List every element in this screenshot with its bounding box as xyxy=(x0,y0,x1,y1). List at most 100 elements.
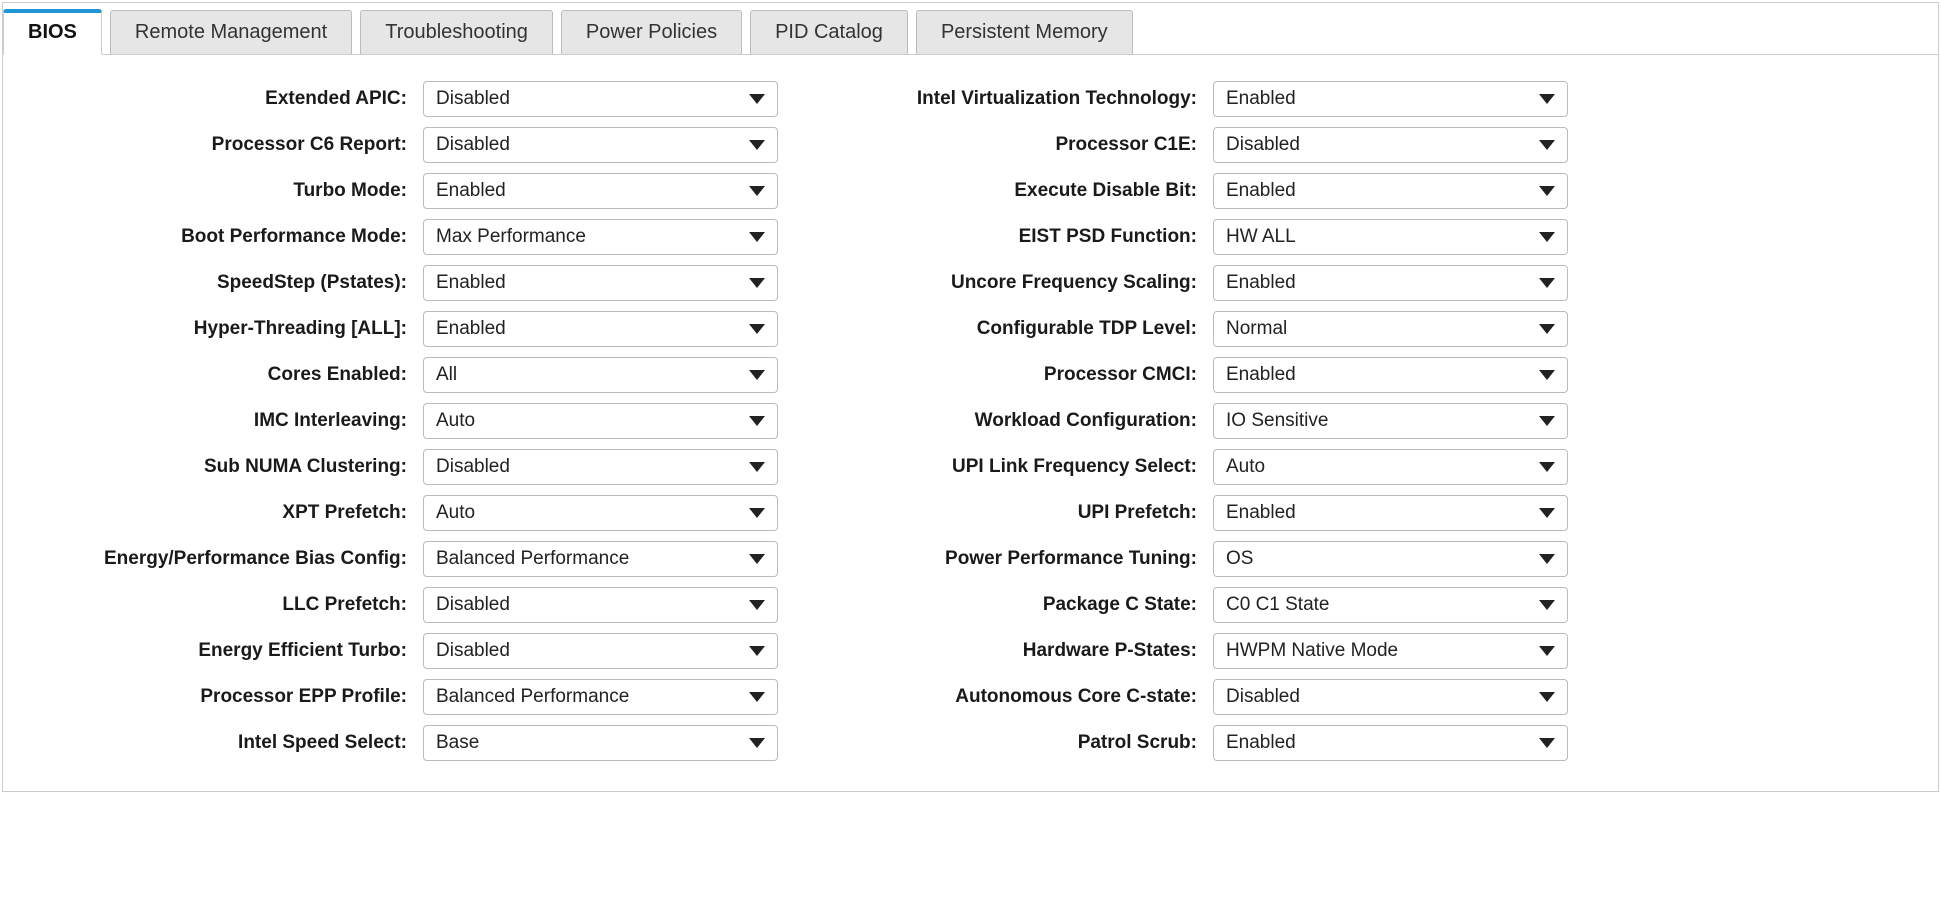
chevron-down-icon xyxy=(749,738,765,748)
setting-label-processor-c6-report: Processor C6 Report: xyxy=(13,134,423,156)
settings-column-right: Intel Virtualization Technology: Enabled… xyxy=(813,81,1583,771)
select-value: Disabled xyxy=(436,88,749,110)
select-value: Auto xyxy=(436,410,749,432)
setting-label-energy-performance-bias-config: Energy/Performance Bias Config: xyxy=(13,548,423,570)
select-value: IO Sensitive xyxy=(1226,410,1539,432)
tab-bios[interactable]: BIOS xyxy=(3,9,102,55)
chevron-down-icon xyxy=(749,462,765,472)
select-speedstep-pstates[interactable]: Enabled xyxy=(423,265,778,301)
setting-label-upi-link-frequency-select: UPI Link Frequency Select: xyxy=(813,456,1213,478)
select-boot-performance-mode[interactable]: Max Performance xyxy=(423,219,778,255)
select-intel-speed-select[interactable]: Base xyxy=(423,725,778,761)
select-llc-prefetch[interactable]: Disabled xyxy=(423,587,778,623)
tab-troubleshooting[interactable]: Troubleshooting xyxy=(360,10,553,54)
setting-row: Processor C1E: Disabled xyxy=(813,127,1583,163)
select-upi-link-frequency-select[interactable]: Auto xyxy=(1213,449,1568,485)
select-value: Balanced Performance xyxy=(436,548,749,570)
chevron-down-icon xyxy=(1539,370,1555,380)
select-value: Enabled xyxy=(1226,732,1539,754)
chevron-down-icon xyxy=(1539,554,1555,564)
select-cores-enabled[interactable]: All xyxy=(423,357,778,393)
setting-row: Intel Virtualization Technology: Enabled xyxy=(813,81,1583,117)
setting-label-processor-c1e: Processor C1E: xyxy=(813,134,1213,156)
select-value: Disabled xyxy=(436,640,749,662)
setting-label-llc-prefetch: LLC Prefetch: xyxy=(13,594,423,616)
select-execute-disable-bit[interactable]: Enabled xyxy=(1213,173,1568,209)
setting-label-processor-epp-profile: Processor EPP Profile: xyxy=(13,686,423,708)
setting-label-intel-speed-select: Intel Speed Select: xyxy=(13,732,423,754)
select-sub-numa-clustering[interactable]: Disabled xyxy=(423,449,778,485)
select-upi-prefetch[interactable]: Enabled xyxy=(1213,495,1568,531)
select-configurable-tdp-level[interactable]: Normal xyxy=(1213,311,1568,347)
select-package-c-state[interactable]: C0 C1 State xyxy=(1213,587,1568,623)
setting-row: Extended APIC: Disabled xyxy=(13,81,783,117)
select-imc-interleaving[interactable]: Auto xyxy=(423,403,778,439)
tab-remote-management[interactable]: Remote Management xyxy=(110,10,352,54)
chevron-down-icon xyxy=(749,94,765,104)
setting-label-energy-efficient-turbo: Energy Efficient Turbo: xyxy=(13,640,423,662)
chevron-down-icon xyxy=(749,140,765,150)
setting-label-uncore-frequency-scaling: Uncore Frequency Scaling: xyxy=(813,272,1213,294)
select-energy-efficient-turbo[interactable]: Disabled xyxy=(423,633,778,669)
setting-label-sub-numa-clustering: Sub NUMA Clustering: xyxy=(13,456,423,478)
select-patrol-scrub[interactable]: Enabled xyxy=(1213,725,1568,761)
select-hardware-p-states[interactable]: HWPM Native Mode xyxy=(1213,633,1568,669)
chevron-down-icon xyxy=(1539,278,1555,288)
setting-row: Power Performance Tuning: OS xyxy=(813,541,1583,577)
select-processor-cmci[interactable]: Enabled xyxy=(1213,357,1568,393)
setting-label-configurable-tdp-level: Configurable TDP Level: xyxy=(813,318,1213,340)
tab-persistent-memory[interactable]: Persistent Memory xyxy=(916,10,1133,54)
select-value: Disabled xyxy=(436,134,749,156)
select-power-performance-tuning[interactable]: OS xyxy=(1213,541,1568,577)
chevron-down-icon xyxy=(1539,508,1555,518)
tab-power-policies[interactable]: Power Policies xyxy=(561,10,742,54)
select-value: Disabled xyxy=(1226,134,1539,156)
select-value: Base xyxy=(436,732,749,754)
setting-row: Processor EPP Profile: Balanced Performa… xyxy=(13,679,783,715)
select-value: Enabled xyxy=(1226,272,1539,294)
select-uncore-frequency-scaling[interactable]: Enabled xyxy=(1213,265,1568,301)
select-value: Disabled xyxy=(1226,686,1539,708)
select-value: HWPM Native Mode xyxy=(1226,640,1539,662)
setting-row: XPT Prefetch: Auto xyxy=(13,495,783,531)
setting-row: Energy Efficient Turbo: Disabled xyxy=(13,633,783,669)
select-processor-epp-profile[interactable]: Balanced Performance xyxy=(423,679,778,715)
select-hyper-threading-all[interactable]: Enabled xyxy=(423,311,778,347)
select-processor-c1e[interactable]: Disabled xyxy=(1213,127,1568,163)
select-autonomous-core-c-state[interactable]: Disabled xyxy=(1213,679,1568,715)
setting-row: SpeedStep (Pstates): Enabled xyxy=(13,265,783,301)
chevron-down-icon xyxy=(749,186,765,196)
select-value: Enabled xyxy=(1226,502,1539,524)
select-value: Auto xyxy=(1226,456,1539,478)
setting-label-upi-prefetch: UPI Prefetch: xyxy=(813,502,1213,524)
select-xpt-prefetch[interactable]: Auto xyxy=(423,495,778,531)
select-value: Balanced Performance xyxy=(436,686,749,708)
tab-pid-catalog[interactable]: PID Catalog xyxy=(750,10,908,54)
select-value: OS xyxy=(1226,548,1539,570)
chevron-down-icon xyxy=(1539,738,1555,748)
select-processor-c6-report[interactable]: Disabled xyxy=(423,127,778,163)
setting-label-autonomous-core-c-state: Autonomous Core C-state: xyxy=(813,686,1213,708)
select-eist-psd-function[interactable]: HW ALL xyxy=(1213,219,1568,255)
setting-label-eist-psd-function: EIST PSD Function: xyxy=(813,226,1213,248)
chevron-down-icon xyxy=(749,278,765,288)
setting-row: UPI Prefetch: Enabled xyxy=(813,495,1583,531)
setting-row: Cores Enabled: All xyxy=(13,357,783,393)
select-turbo-mode[interactable]: Enabled xyxy=(423,173,778,209)
select-value: Auto xyxy=(436,502,749,524)
setting-label-execute-disable-bit: Execute Disable Bit: xyxy=(813,180,1213,202)
setting-label-workload-configuration: Workload Configuration: xyxy=(813,410,1213,432)
select-energy-performance-bias-config[interactable]: Balanced Performance xyxy=(423,541,778,577)
select-intel-virtualization-technology[interactable]: Enabled xyxy=(1213,81,1568,117)
setting-row: Patrol Scrub: Enabled xyxy=(813,725,1583,761)
chevron-down-icon xyxy=(749,370,765,380)
chevron-down-icon xyxy=(749,600,765,610)
chevron-down-icon xyxy=(1539,232,1555,242)
chevron-down-icon xyxy=(1539,646,1555,656)
setting-row: IMC Interleaving: Auto xyxy=(13,403,783,439)
setting-label-boot-performance-mode: Boot Performance Mode: xyxy=(13,226,423,248)
setting-row: Intel Speed Select: Base xyxy=(13,725,783,761)
select-workload-configuration[interactable]: IO Sensitive xyxy=(1213,403,1568,439)
select-extended-apic[interactable]: Disabled xyxy=(423,81,778,117)
setting-label-imc-interleaving: IMC Interleaving: xyxy=(13,410,423,432)
